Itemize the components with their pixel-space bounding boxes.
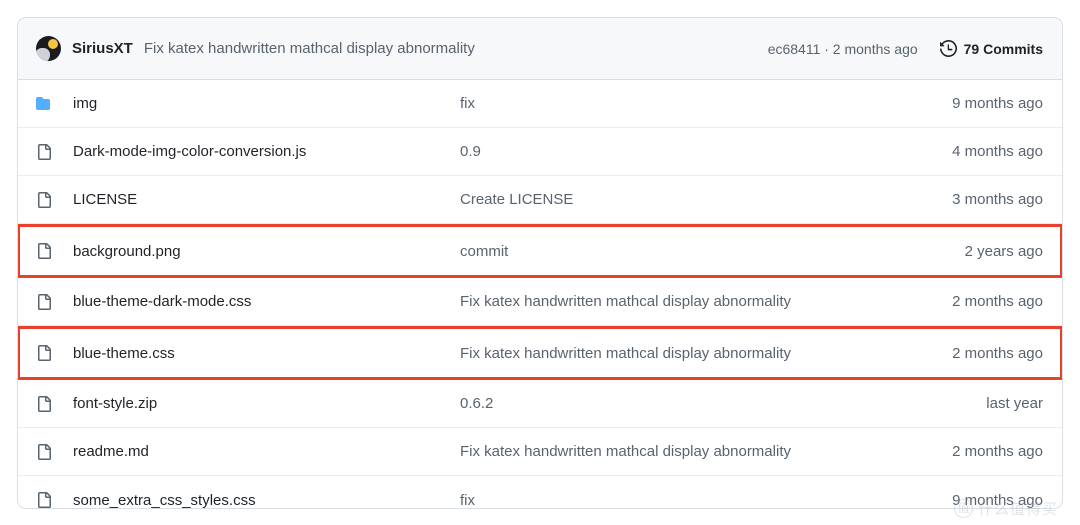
commit-author-name[interactable]: SiriusXT [72, 40, 133, 57]
history-clock-icon [939, 39, 957, 58]
file-commit-time: 2 months ago [952, 293, 1043, 310]
file-row[interactable]: background.png commit 2 years ago [18, 224, 1062, 278]
file-commit-message[interactable]: 0.6.2 [460, 395, 986, 412]
file-commit-time: 2 months ago [952, 443, 1043, 460]
file-commit-message[interactable]: Create LICENSE [460, 191, 952, 208]
file-commit-time: 3 months ago [952, 191, 1043, 208]
file-commit-message[interactable]: Fix katex handwritten mathcal display ab… [460, 345, 952, 362]
commits-count-label: 79 Commits [963, 40, 1043, 57]
file-name[interactable]: blue-theme-dark-mode.css [73, 293, 460, 310]
file-commit-message[interactable]: Fix katex handwritten mathcal display ab… [460, 443, 952, 460]
file-icon [36, 143, 52, 160]
latest-commit-message[interactable]: Fix katex handwritten mathcal display ab… [144, 40, 475, 57]
file-commit-time: 9 months ago [952, 491, 1043, 509]
file-icon [36, 492, 52, 508]
file-commit-message[interactable]: commit [460, 243, 965, 260]
file-row[interactable]: Dark-mode-img-color-conversion.js 0.9 4 mo… [18, 128, 1062, 176]
file-name[interactable]: LICENSE [73, 191, 460, 208]
file-name[interactable]: readme.md [73, 443, 460, 460]
file-commit-message[interactable]: fix [460, 95, 952, 112]
commit-header-right: ec68411 · 2 months ago 79 Commits [768, 39, 1043, 58]
file-icon [36, 345, 52, 361]
file-commit-time: last year [986, 395, 1043, 412]
file-row[interactable]: font-style.zip 0.6.2 last year [18, 380, 1062, 428]
file-icon [36, 191, 52, 208]
file-name[interactable]: blue-theme.css [73, 345, 460, 362]
repository-file-table: SiriusXT Fix katex handwritten mathcal d… [17, 17, 1063, 509]
latest-commit-header: SiriusXT Fix katex handwritten mathcal d… [18, 18, 1062, 80]
file-row[interactable]: blue-theme-dark-mode.css Fix katex handwr… [18, 278, 1062, 326]
file-commit-time: 4 months ago [952, 143, 1043, 160]
file-icon [36, 443, 52, 460]
file-row[interactable]: some_extra_css_styles.css fix 9 months ago [18, 476, 1062, 509]
file-commit-message[interactable]: 0.9 [460, 143, 952, 160]
file-row[interactable]: blue-theme.css Fix katex handwritten math… [18, 326, 1062, 380]
file-commit-message[interactable]: Fix katex handwritten mathcal display ab… [460, 293, 952, 310]
file-row[interactable]: LICENSE Create LICENSE 3 months ago [18, 176, 1062, 224]
file-name[interactable]: some_extra_css_styles.css [73, 492, 460, 509]
screenshot-root: SiriusXT Fix katex handwritten mathcal d… [0, 0, 1080, 525]
commit-sha-and-time[interactable]: ec68411 · 2 months ago [768, 41, 918, 57]
avatar-shape [36, 48, 50, 61]
file-commit-time: 2 years ago [964, 242, 1043, 260]
file-commit-time: 9 months ago [952, 95, 1043, 112]
user-avatar[interactable] [36, 36, 61, 61]
file-icon [36, 243, 52, 259]
file-icon [36, 293, 52, 310]
folder-icon [36, 96, 52, 112]
file-name[interactable]: font-style.zip [73, 395, 460, 412]
file-commit-message[interactable]: fix [460, 492, 952, 509]
file-name[interactable]: Dark-mode-img-color-conversion.js [73, 143, 460, 160]
file-icon [36, 395, 52, 412]
file-name[interactable]: img [73, 95, 460, 112]
file-name[interactable]: background.png [73, 243, 460, 260]
file-row[interactable]: readme.md Fix katex handwritten mathcal d… [18, 428, 1062, 476]
file-commit-time: 2 months ago [952, 344, 1043, 362]
file-row[interactable]: img fix 9 months ago [18, 80, 1062, 128]
file-list: img fix 9 months ago Dark-mode-img-color-co… [18, 80, 1062, 509]
commits-link[interactable]: 79 Commits [939, 39, 1043, 58]
avatar-moon [48, 38, 58, 49]
